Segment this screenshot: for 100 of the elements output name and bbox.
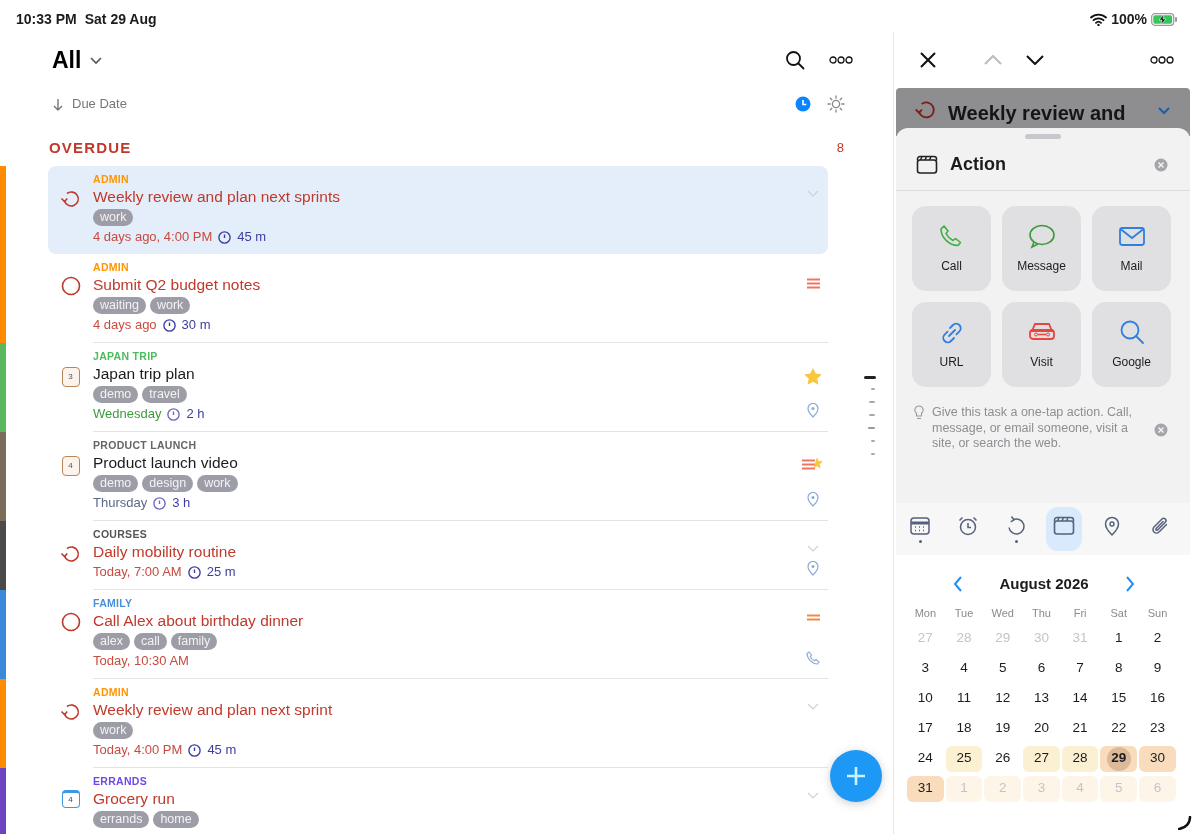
calendar-day[interactable]: 18 — [945, 715, 983, 742]
scroll-index-icon[interactable] — [862, 376, 878, 456]
calendar-day[interactable]: 3 — [907, 655, 944, 682]
repeat-icon[interactable] — [59, 188, 82, 210]
task-category: COURSES — [93, 527, 148, 541]
task-title: Japan trip plan — [93, 364, 195, 384]
task-row[interactable]: ADMIN Submit Q2 budget notes waiting work 4 days ago 30 m — [48, 254, 828, 343]
calendar-day[interactable]: 20 — [1023, 715, 1060, 742]
task-row[interactable]: FAMILY Call Alex about birthday dinner alex call family Today, 10:30 AM — [48, 590, 828, 679]
task-row[interactable]: 4 ERRANDS Grocery run errands home — [48, 768, 828, 834]
alarm-clock-icon — [957, 515, 979, 537]
calendar-day[interactable]: 17 — [907, 715, 944, 742]
detail-tab[interactable] — [1046, 507, 1082, 551]
task-row[interactable]: 3 JAPAN TRIP Japan trip plan demo travel Wednesday 2 h — [48, 343, 828, 432]
task-row[interactable]: ADMIN Weekly review and plan next sprint work Today, 4:00 PM 45 m — [48, 679, 828, 768]
calendar-day[interactable]: 24 — [907, 745, 944, 772]
duration: 45 m — [237, 228, 267, 246]
action-button[interactable]: Message — [1002, 206, 1081, 291]
sheet-handle[interactable] — [1025, 134, 1061, 139]
calendar-icon — [909, 515, 931, 537]
calendar-day[interactable]: 11 — [945, 685, 983, 712]
checkbox-circle-icon[interactable] — [60, 612, 81, 632]
calendar-day[interactable]: 31 — [907, 775, 944, 802]
calendar-day[interactable]: 25 — [945, 745, 983, 772]
calendar-day[interactable]: 8 — [1100, 655, 1138, 682]
calendar-day[interactable]: 29 — [1100, 745, 1138, 772]
search-icon[interactable] — [785, 50, 805, 70]
checkbox-circle-icon[interactable] — [60, 276, 81, 296]
sort-button[interactable]: Due Date — [50, 92, 129, 116]
plus-icon — [846, 766, 866, 786]
task-row[interactable]: COURSES Daily mobility routine Today, 7:00 AM 25 m — [48, 521, 828, 590]
calendar-day[interactable]: 15 — [1100, 685, 1138, 712]
duration: 2 h — [186, 405, 205, 423]
project-icon[interactable]: 3 — [61, 367, 80, 387]
action-button[interactable]: Google — [1092, 302, 1171, 387]
list-title-dropdown[interactable]: All — [50, 40, 106, 80]
clapperboard-icon — [1053, 515, 1075, 537]
status-date: Sat 29 Aug — [84, 9, 157, 29]
calendar-day[interactable]: 21 — [1061, 715, 1099, 742]
task-category: ADMIN — [93, 172, 129, 186]
due-date: Thursday — [93, 494, 148, 512]
close-icon[interactable] — [920, 52, 936, 68]
hint-text: Give this task a one-tap action. Call, message, or email someone, visit a site, or search the web. — [932, 405, 1134, 452]
calendar-day[interactable]: 19 — [984, 715, 1022, 742]
timer-icon — [218, 230, 232, 244]
calendar-day[interactable]: 27 — [1023, 745, 1060, 772]
action-button[interactable]: Visit — [1002, 302, 1081, 387]
calendar-day[interactable]: 10 — [907, 685, 944, 712]
more-icon[interactable] — [829, 55, 853, 65]
calendar-day[interactable]: 30 — [1139, 745, 1176, 772]
project-icon[interactable]: 4 — [61, 456, 80, 476]
chevron-down-icon[interactable] — [1026, 55, 1044, 65]
repeat-icon[interactable] — [59, 543, 82, 565]
calendar-day[interactable]: 4 — [945, 655, 983, 682]
calendar-day[interactable]: 26 — [984, 745, 1022, 772]
action-button[interactable]: Call — [912, 206, 991, 291]
task-category: ADMIN — [93, 685, 129, 699]
task-title: Grocery run — [93, 789, 175, 809]
clock-icon[interactable] — [795, 96, 811, 112]
timer-icon — [153, 496, 167, 510]
weekday-label: Fri — [1072, 605, 1088, 621]
sun-icon[interactable] — [827, 95, 845, 113]
action-button[interactable]: URL — [912, 302, 991, 387]
calendar-day[interactable]: 14 — [1061, 685, 1099, 712]
calendar-day[interactable]: 6 — [1023, 655, 1060, 682]
due-date: Wednesday — [93, 405, 162, 423]
action-button[interactable]: Mail — [1092, 206, 1171, 291]
calendar-day[interactable]: 1 — [1100, 625, 1138, 652]
task-title: Product launch video — [93, 453, 238, 473]
calendar-day[interactable]: 16 — [1139, 685, 1176, 712]
calendar-day[interactable]: 2 — [1139, 625, 1176, 652]
wifi-icon — [1090, 12, 1108, 26]
add-task-button[interactable] — [830, 750, 882, 802]
more-icon[interactable] — [1150, 55, 1174, 65]
task-category: FAMILY — [93, 596, 133, 610]
calendar-day[interactable]: 28 — [1061, 745, 1099, 772]
due-date: 4 days ago — [93, 316, 157, 334]
resize-handle-icon[interactable] — [1178, 816, 1192, 830]
calendar-day[interactable]: 5 — [984, 655, 1022, 682]
task-category: ERRANDS — [93, 774, 148, 788]
timer-icon — [167, 407, 181, 421]
calendar-day[interactable]: 22 — [1100, 715, 1138, 742]
repeat-icon[interactable] — [59, 701, 82, 723]
calendar-day[interactable]: 12 — [984, 685, 1022, 712]
calendar-day[interactable]: 13 — [1023, 685, 1060, 712]
task-row[interactable]: 4 PRODUCT LAUNCH Product launch video demo design work Thursday 3 h — [48, 432, 828, 521]
previous-month-icon[interactable] — [953, 576, 964, 593]
task-row[interactable]: ADMIN Weekly review and plan next sprints work 4 days ago, 4:00 PM 45 m — [48, 166, 828, 254]
weekday-label: Wed — [990, 605, 1015, 621]
month-title: August 2026 — [999, 574, 1089, 594]
next-month-icon[interactable] — [1124, 576, 1135, 593]
calendar-day[interactable]: 9 — [1139, 655, 1176, 682]
section-title: OVERDUE — [49, 137, 132, 158]
calendar-day[interactable]: 7 — [1061, 655, 1099, 682]
weekday-label: Mon — [913, 605, 938, 621]
calendar-icon[interactable]: 4 — [61, 790, 80, 808]
calendar-day[interactable]: 23 — [1139, 715, 1176, 742]
due-date: Today, 10:30 AM — [93, 652, 189, 670]
speech-bubble-icon — [1027, 222, 1056, 249]
task-category: JAPAN TRIP — [93, 349, 158, 363]
